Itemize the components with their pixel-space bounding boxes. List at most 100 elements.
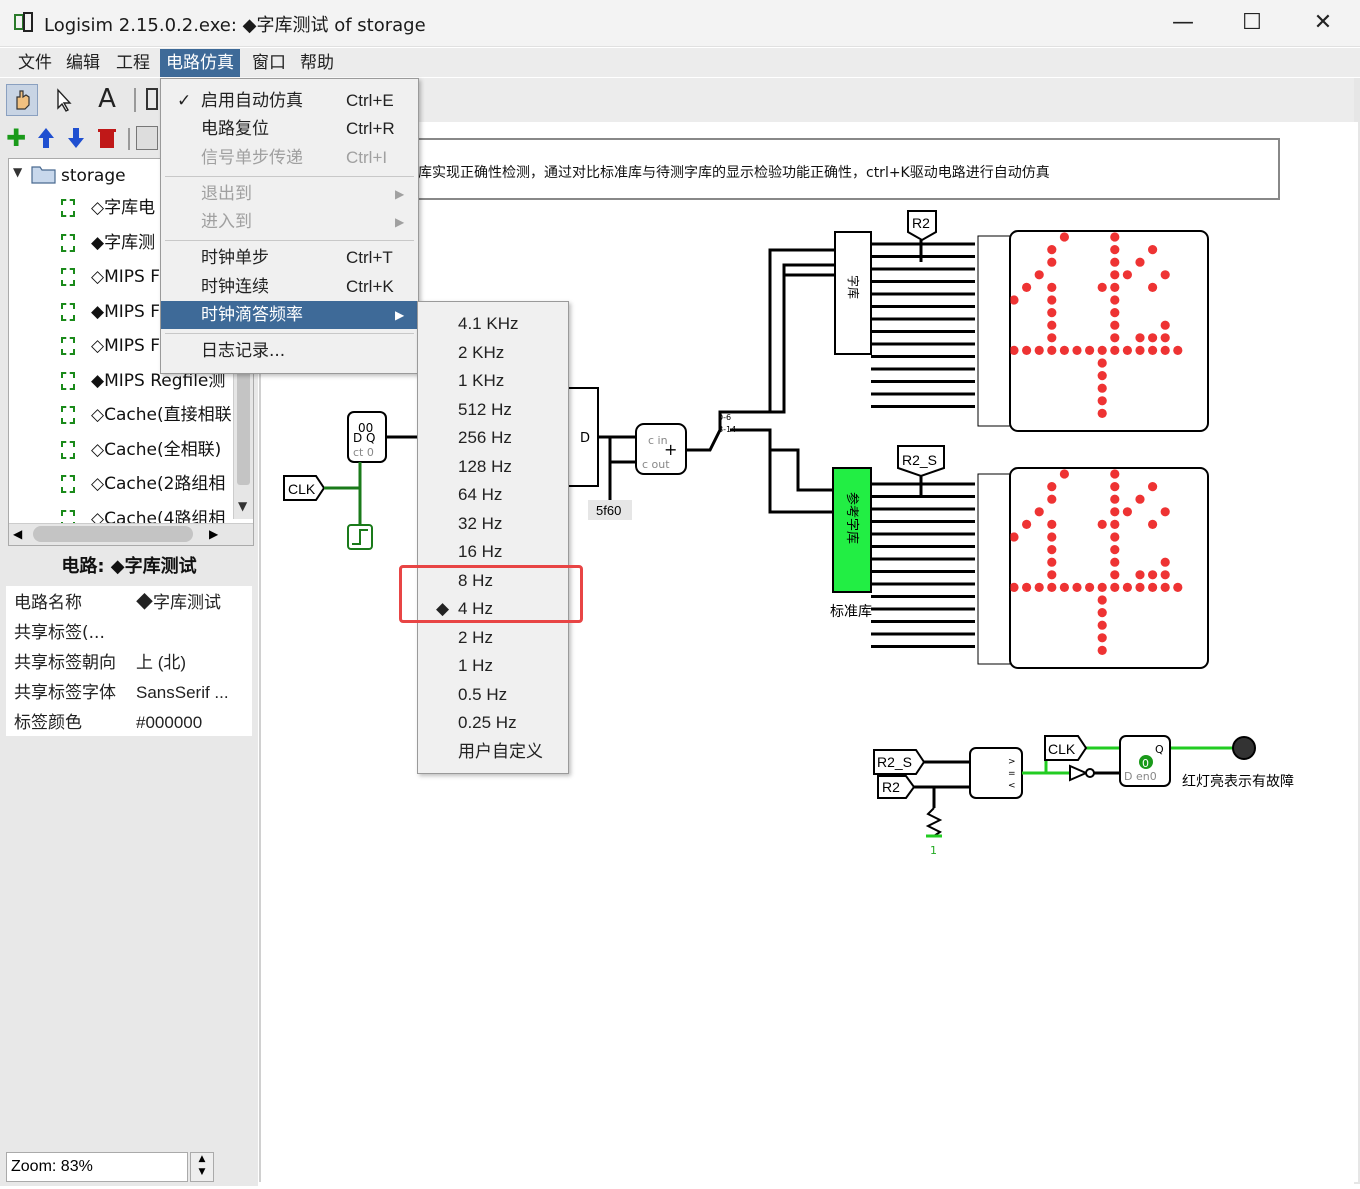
tick-frequency-option[interactable]: 32 Hz	[418, 510, 568, 539]
led-dot	[1148, 582, 1158, 593]
select-tool-button[interactable]	[48, 84, 78, 114]
led-dot	[1148, 345, 1158, 355]
led-dot	[1097, 396, 1107, 406]
menu-project[interactable]: 工程	[110, 49, 156, 77]
menu-item-tick-continuous[interactable]: 时钟连续 Ctrl+K	[161, 273, 418, 301]
delete-icon[interactable]	[96, 126, 118, 150]
tick-frequency-option[interactable]: 0.25 Hz	[418, 709, 568, 738]
r2s-label-2: R2_S	[877, 754, 912, 770]
tree-root-storage[interactable]: storage	[61, 159, 126, 193]
led-matrix-bottom[interactable]	[1009, 467, 1209, 669]
tree-item-circuit[interactable]: ◇Cache(全相联)	[91, 433, 221, 467]
zoom-spinner[interactable]: ▲ ▼	[190, 1152, 214, 1182]
fault-lamp-icon	[1232, 736, 1256, 760]
fault-lamp-label: 红灯亮表示有故障	[1182, 773, 1294, 790]
submenu-arrow-icon: ▶	[395, 187, 405, 201]
scroll-right-icon[interactable]: ▶	[209, 527, 218, 541]
tree-item-circuit[interactable]: ◇Cache(2路组相	[91, 467, 225, 501]
menu-item-reset[interactable]: 电路复位 Ctrl+R	[161, 115, 418, 143]
led-dot	[1110, 308, 1120, 318]
tree-horizontal-scrollbar[interactable]: ◀ ▶	[9, 523, 253, 545]
property-value[interactable]: ◆字库测试	[136, 588, 221, 618]
menu-item-step[interactable]: 信号单步传递 Ctrl+I	[161, 144, 418, 172]
circuit-icon	[61, 233, 75, 252]
register-dq-label: D Q	[353, 431, 376, 445]
menu-item-enter-to[interactable]: 进入到 ▶	[161, 208, 418, 236]
tick-frequency-option[interactable]: 128 Hz	[418, 453, 568, 482]
text-tool-icon[interactable]: A	[92, 84, 122, 114]
zoom-field[interactable]: Zoom: 83%	[6, 1152, 188, 1182]
menu-item-auto-sim[interactable]: ✓ 启用自动仿真 Ctrl+E	[161, 87, 418, 115]
tick-frequency-option[interactable]: 用户自定义	[418, 738, 568, 767]
tick-frequency-option[interactable]: 256 Hz	[418, 424, 568, 453]
led-dot	[1160, 270, 1170, 280]
led-dot	[1097, 633, 1107, 643]
hscroll-thumb[interactable]	[33, 526, 193, 542]
reference-rom-label: 参考字库	[844, 492, 860, 544]
tree-item-circuit[interactable]: ◆MIPS F	[91, 295, 160, 329]
scroll-down-icon[interactable]: ▼	[238, 499, 247, 513]
tree-item-circuit[interactable]: ◇Cache(直接相联	[91, 398, 232, 432]
tick-frequency-option[interactable]: 1 Hz	[418, 652, 568, 681]
led-dot	[1110, 320, 1120, 330]
property-value[interactable]: #000000	[136, 708, 202, 738]
tick-frequency-label: 0.25 Hz	[458, 713, 517, 732]
move-up-icon[interactable]	[36, 126, 56, 150]
tick-frequency-option[interactable]: 0.5 Hz	[418, 681, 568, 710]
led-dot	[1160, 333, 1170, 343]
layout-view-icon[interactable]	[136, 126, 158, 150]
tick-frequency-option[interactable]: 64 Hz	[418, 481, 568, 510]
led-dot	[1097, 645, 1107, 656]
simulate-menu: ✓ 启用自动仿真 Ctrl+E 电路复位 Ctrl+R 信号单步传递 Ctrl+…	[160, 78, 419, 374]
led-dot	[1110, 570, 1120, 580]
led-dot	[1097, 582, 1107, 593]
tick-frequency-label: 2 KHz	[458, 342, 505, 362]
menu-simulate[interactable]: 电路仿真	[160, 49, 240, 77]
move-down-icon[interactable]	[66, 126, 86, 150]
menu-file[interactable]: 文件	[12, 49, 58, 77]
circuit-icon	[61, 475, 75, 493]
menu-item-tick-frequency[interactable]: 时钟滴答频率 ▶	[161, 301, 418, 329]
minimize-button[interactable]: —	[1163, 8, 1203, 38]
menu-separator	[165, 240, 414, 241]
menu-item-exit-to[interactable]: 退出到 ▶	[161, 180, 418, 208]
tick-frequency-option[interactable]: 4.1 KHz	[418, 310, 568, 339]
menu-edit[interactable]: 编辑	[60, 49, 106, 77]
menu-item-logging[interactable]: 日志记录...	[161, 337, 418, 365]
r2s-label: R2_S	[902, 452, 937, 468]
led-dot	[1135, 345, 1145, 355]
tick-frequency-option[interactable]: 512 Hz	[418, 396, 568, 425]
close-button[interactable]: ✕	[1303, 8, 1343, 38]
scroll-left-icon[interactable]: ◀	[13, 527, 22, 541]
tick-frequency-option[interactable]: 2 KHz	[418, 339, 568, 368]
tree-item-circuit[interactable]: ◇MIPS F	[91, 260, 160, 294]
tick-frequency-option[interactable]: 2 Hz	[418, 624, 568, 653]
tree-item-circuit[interactable]: ◇MIPS F	[91, 329, 160, 363]
tree-expand-icon[interactable]: ▼	[13, 165, 22, 179]
tick-frequency-option[interactable]: 1 KHz	[418, 367, 568, 396]
menu-window[interactable]: 窗口	[246, 49, 292, 77]
tick-frequency-label: 1 Hz	[458, 656, 493, 675]
properties-header: 电路: ◆字库测试	[61, 556, 197, 577]
tick-frequency-option[interactable]: 16 Hz	[418, 538, 568, 567]
led-dot	[1059, 345, 1069, 355]
led-matrix-top[interactable]	[1009, 230, 1209, 432]
tree-item-circuit[interactable]: ◆字库测	[91, 226, 155, 260]
menu-help[interactable]: 帮助	[294, 49, 340, 77]
menu-item-tick-once[interactable]: 时钟单步 Ctrl+T	[161, 244, 418, 272]
led-dot	[1009, 345, 1019, 355]
cmp-gt: >	[1008, 757, 1016, 767]
led-dot	[1097, 371, 1107, 381]
poke-tool-button[interactable]	[6, 84, 38, 116]
maximize-button[interactable]: ☐	[1232, 8, 1272, 38]
led-dot	[1160, 320, 1170, 330]
fanout-wires	[871, 240, 975, 648]
property-value[interactable]: SansSerif ...	[136, 678, 229, 708]
add-circuit-icon[interactable]: ✚	[6, 126, 26, 150]
led-dot	[1047, 282, 1057, 292]
tree-item-circuit[interactable]: ◇字库电	[91, 191, 155, 225]
tick-frequency-label: 16 Hz	[458, 542, 503, 561]
partial-tool-icon[interactable]	[146, 88, 158, 110]
property-value[interactable]: 上 (北)	[136, 648, 186, 678]
submenu-arrow-icon: ▶	[395, 308, 405, 322]
